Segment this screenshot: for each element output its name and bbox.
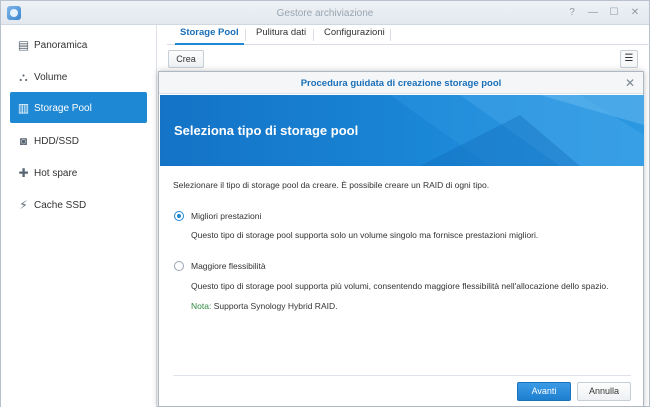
dialog-banner: Seleziona tipo di storage pool	[160, 95, 644, 166]
note-label: Nota:	[191, 301, 212, 311]
tab-pulitura-dati[interactable]: Pulitura dati	[251, 27, 311, 45]
help-icon[interactable]: ?	[566, 7, 578, 19]
maximize-icon[interactable]: ☐	[608, 7, 620, 19]
close-icon[interactable]: ✕	[625, 76, 635, 90]
radio-best-performance[interactable]	[174, 211, 184, 221]
sidebar-item-label: HDD/SSD	[34, 136, 80, 147]
overview-icon: ▤	[17, 38, 30, 52]
storage-manager-window: Gestore archiviazione ? — ☐ ✕ ▤ Panorami…	[0, 0, 650, 407]
sidebar-item-label: Volume	[34, 72, 68, 83]
sidebar-item-storage-pool[interactable]: ▥ Storage Pool	[10, 92, 147, 123]
dialog-title: Procedura guidata di creazione storage p…	[300, 78, 502, 89]
option-label-best-performance[interactable]: Migliori prestazioni	[191, 211, 261, 221]
note-text: Supporta Synology Hybrid RAID.	[211, 301, 338, 311]
disk-icon: ◙	[19, 134, 28, 148]
next-button[interactable]: Avanti	[517, 382, 571, 401]
radio-higher-flexibility[interactable]	[174, 261, 184, 271]
tab-configurazioni[interactable]: Configurazioni	[319, 27, 390, 45]
tab-divider	[390, 29, 391, 41]
intro-text: Selezionare il tipo di storage pool da c…	[173, 180, 490, 190]
sidebar: ▤ Panoramica ⛬ Volume ▥ Storage Pool ◙ H…	[1, 25, 157, 407]
hot-spare-icon: ✚	[18, 166, 29, 180]
sort-icon[interactable]: ☰	[620, 50, 638, 68]
create-storage-pool-dialog: Procedura guidata di creazione storage p…	[158, 71, 644, 407]
window-title: Gestore archiviazione	[276, 8, 374, 19]
cancel-button[interactable]: Annulla	[577, 382, 631, 401]
banner-title: Seleziona tipo di storage pool	[174, 123, 359, 138]
tab-storage-pool[interactable]: Storage Pool	[175, 27, 244, 45]
sidebar-item-hdd-ssd[interactable]: ◙ HDD/SSD	[10, 125, 147, 156]
minimize-icon[interactable]: —	[587, 7, 599, 19]
shr-note: Nota: Supporta Synology Hybrid RAID.	[191, 301, 337, 311]
sidebar-item-panoramica[interactable]: ▤ Panoramica	[10, 29, 147, 60]
title-bar: Gestore archiviazione ? — ☐ ✕	[1, 1, 649, 25]
sidebar-item-label: Storage Pool	[34, 103, 92, 114]
volume-icon: ⛬	[19, 70, 28, 84]
sidebar-item-label: Panoramica	[34, 40, 88, 51]
option-description-higher-flexibility: Questo tipo di storage pool supporta più…	[191, 281, 609, 291]
tab-divider	[313, 29, 314, 41]
option-description-best-performance: Questo tipo di storage pool supporta sol…	[191, 230, 539, 240]
sidebar-item-label: Cache SSD	[34, 200, 87, 211]
close-icon[interactable]: ✕	[629, 7, 641, 19]
sidebar-item-cache-ssd[interactable]: ⚡ Cache SSD	[10, 189, 147, 220]
dialog-title-bar: Procedura guidata di creazione storage p…	[159, 72, 643, 94]
sidebar-item-label: Hot spare	[34, 168, 78, 179]
window-controls: ? — ☐ ✕	[566, 7, 641, 19]
option-label-higher-flexibility[interactable]: Maggiore flessibilità	[191, 261, 266, 271]
tab-divider	[245, 29, 246, 41]
sidebar-item-volume[interactable]: ⛬ Volume	[10, 61, 147, 92]
cache-ssd-icon: ⚡	[19, 198, 28, 212]
create-button[interactable]: Crea	[168, 50, 204, 68]
sidebar-item-hot-spare[interactable]: ✚ Hot spare	[10, 157, 147, 188]
storage-pool-icon: ▥	[17, 101, 30, 115]
footer-divider	[173, 375, 631, 376]
tab-bar: Storage Pool Pulitura dati Configurazion…	[167, 25, 650, 45]
